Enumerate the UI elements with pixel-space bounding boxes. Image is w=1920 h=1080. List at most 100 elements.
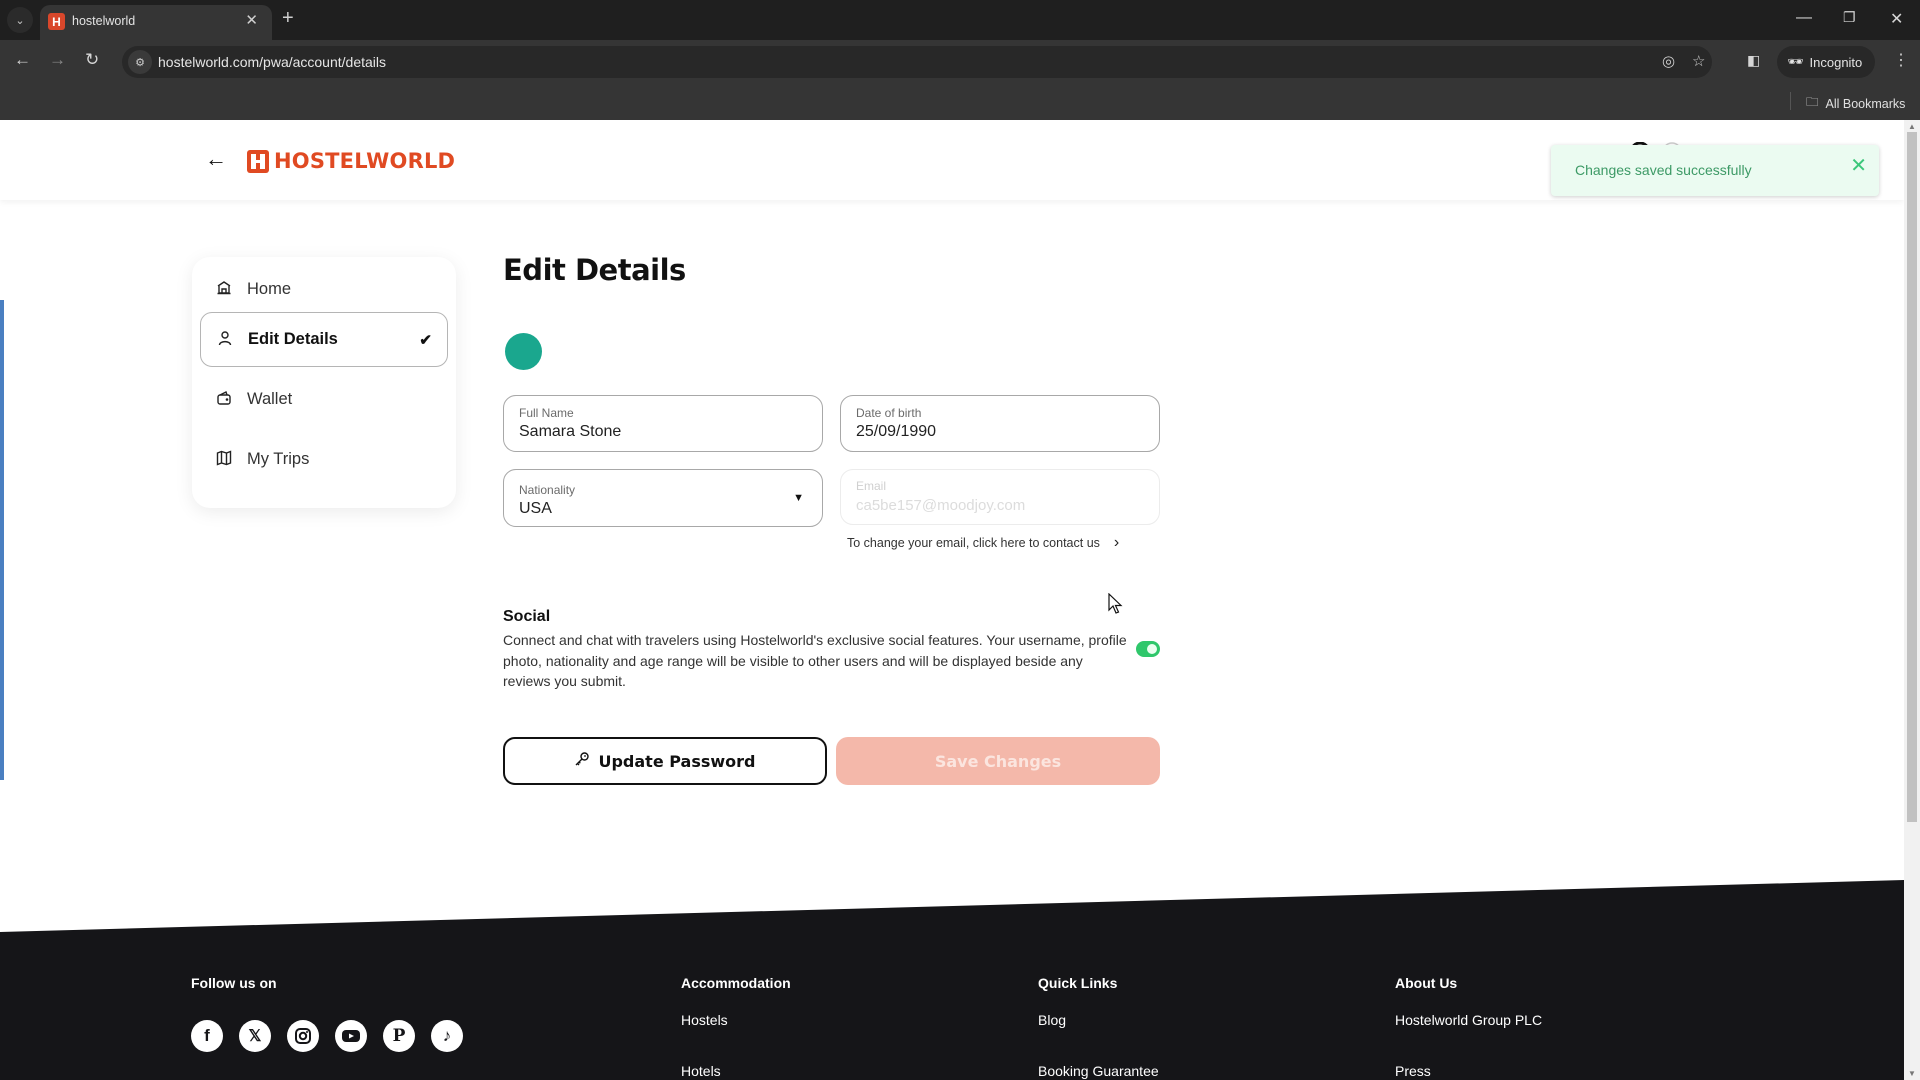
full-name-field[interactable]: Full Name Samara Stone [503,395,823,452]
social-section-title: Social [503,608,551,625]
dropdown-caret-icon: ▼ [793,492,804,504]
incognito-icon: 🕶 [1787,54,1804,69]
follow-us-heading: Follow us on [191,975,277,991]
restore-icon[interactable]: ❐ [1843,9,1856,26]
account-sidebar: Home Edit Details ✔ Wallet My Trips [192,257,456,508]
map-icon [215,450,233,469]
footer-link-hostels[interactable]: Hostels [681,1012,728,1028]
sidebar-item-label: My Trips [247,450,310,468]
page-title: Edit Details [503,253,686,287]
sidebar-item-edit-details[interactable]: Edit Details ✔ [200,312,448,367]
save-changes-button[interactable]: Save Changes [836,737,1160,785]
nationality-value: USA [519,500,552,517]
wallet-icon [215,390,233,409]
nationality-select[interactable]: Nationality USA ▼ [503,469,823,527]
home-icon [215,280,233,299]
social-description: Connect and chat with travelers using Ho… [503,632,1127,689]
tab-close-icon[interactable]: ✕ [245,11,258,29]
tiktok-icon[interactable]: ♪ [431,1020,463,1052]
incognito-label: Incognito [1809,54,1863,70]
reload-icon[interactable]: ↻ [85,50,99,70]
scroll-down-icon[interactable]: ▼ [1908,1069,1916,1078]
footer-link-press[interactable]: Press [1395,1063,1431,1079]
toggle-knob [1147,644,1157,654]
facebook-icon[interactable]: f [191,1020,223,1052]
social-toggle[interactable] [1136,641,1160,657]
toast-close-icon[interactable]: ✕ [1850,153,1867,178]
footer-heading-quick-links: Quick Links [1038,975,1118,991]
hostelworld-favicon-icon: H [48,13,65,30]
back-icon[interactable]: ← [14,50,31,70]
scrollbar-thumb[interactable] [1907,132,1917,822]
tab-title: hostelworld [72,14,136,28]
x-twitter-icon[interactable]: 𝕏 [239,1020,271,1052]
hostelworld-logo[interactable]: HOSTELWORLD [247,149,455,173]
bookmark-star-icon[interactable]: ☆ [1692,52,1705,70]
sidebar-item-home[interactable]: Home [200,262,448,317]
key-icon [574,751,590,771]
left-accent-bar [0,300,4,780]
new-tab-button[interactable]: + [282,7,294,29]
all-bookmarks-label: All Bookmarks [1825,96,1906,111]
sidebar-item-label: Home [247,280,292,298]
tab-search-button[interactable]: ⌄ [7,7,33,33]
browser-toolbar: ← → ↻ ⚙ hostelworld.com/pwa/account/deta… [0,40,1920,84]
minimize-icon[interactable]: — [1796,9,1812,27]
checkmark-icon: ✔ [419,331,432,349]
bookmarks-bar: 🗀 All Bookmarks [0,84,1920,120]
instagram-icon[interactable] [287,1020,319,1052]
back-arrow-icon[interactable]: ← [205,146,227,172]
email-label: Email [856,479,887,493]
browser-tab-strip: ⌄ H hostelworld ✕ + — ❐ ✕ [0,0,1920,40]
social-links: f 𝕏 P ♪ [191,1020,463,1052]
page-scrollbar[interactable]: ▲ ▼ [1904,120,1920,1080]
nationality-label: Nationality [519,483,576,497]
date-of-birth-label: Date of birth [856,406,922,420]
user-icon [216,330,234,349]
pinterest-icon[interactable]: P [383,1020,415,1052]
eye-off-icon[interactable]: ◎ [1662,52,1675,70]
sidebar-item-wallet[interactable]: Wallet [200,372,448,427]
footer-link-hotels[interactable]: Hotels [681,1063,721,1079]
browser-tab[interactable]: H hostelworld ✕ [40,5,272,40]
footer-link-blog[interactable]: Blog [1038,1012,1066,1028]
youtube-icon[interactable] [335,1020,367,1052]
site-settings-icon[interactable]: ⚙ [128,50,152,74]
full-name-label: Full Name [519,406,574,420]
sidebar-item-label: Edit Details [248,330,338,348]
page-content: ← HOSTELWORLD Changes saved successfully… [0,120,1904,1080]
url-text[interactable]: hostelworld.com/pwa/account/details [158,54,386,70]
logo-mark-icon [247,149,269,173]
chevron-down-icon: ⌄ [15,14,25,27]
footer-link-booking-guarantee[interactable]: Booking Guarantee [1038,1063,1159,1079]
address-bar[interactable]: ⚙ hostelworld.com/pwa/account/details ◎ … [122,46,1712,78]
footer-link-hostelworld-group[interactable]: Hostelworld Group PLC [1395,1012,1542,1028]
incognito-indicator[interactable]: 🕶 Incognito [1777,46,1875,78]
update-password-label: Update Password [598,751,756,771]
chevron-right-icon: › [1113,534,1120,551]
bookmarks-divider [1790,92,1791,110]
window-close-icon[interactable]: ✕ [1890,9,1903,29]
save-changes-label: Save Changes [934,751,1062,771]
contact-us-link[interactable]: To change your email, click here to cont… [847,534,1119,552]
forward-icon[interactable]: → [49,50,66,70]
side-panel-icon[interactable]: ◧ [1747,52,1760,69]
sidebar-item-my-trips[interactable]: My Trips [200,432,448,487]
footer-heading-accommodation: Accommodation [681,975,791,991]
profile-avatar[interactable] [505,333,542,370]
update-password-button[interactable]: Update Password [503,737,827,785]
full-name-value[interactable]: Samara Stone [519,423,621,441]
mouse-cursor-icon [1108,593,1123,614]
scroll-up-icon[interactable]: ▲ [1908,122,1916,131]
site-footer: Follow us on f 𝕏 P ♪ Accommodation Hoste… [0,880,1904,1080]
date-of-birth-value[interactable]: 25/09/1990 [856,423,936,441]
date-of-birth-field[interactable]: Date of birth 25/09/1990 [840,395,1160,452]
contact-us-text: To change your email, click here to cont… [847,536,1100,550]
sidebar-item-label: Wallet [247,390,293,408]
all-bookmarks-button[interactable]: 🗀 All Bookmarks [1806,93,1905,114]
email-value: ca5be157@moodjoy.com [856,497,1026,514]
browser-menu-icon[interactable]: ⋮ [1893,50,1909,70]
folder-icon: 🗀 [1806,95,1819,109]
toast-message: Changes saved successfully [1575,162,1752,178]
email-field: Email ca5be157@moodjoy.com [840,469,1160,525]
